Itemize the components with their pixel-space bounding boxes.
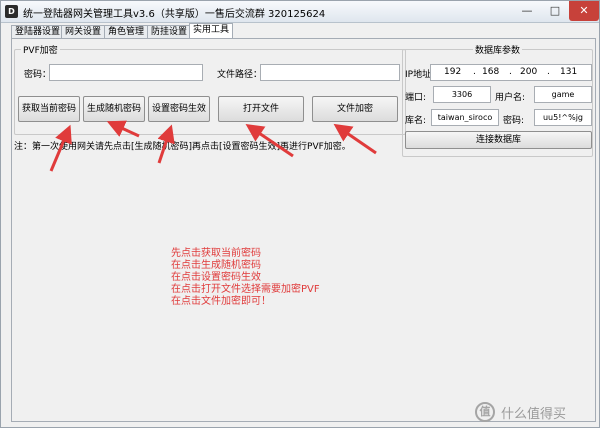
app-icon: D bbox=[5, 5, 18, 18]
title-bar[interactable]: D 统一登陆器网关管理工具v3.6（共享版）一售后交流群 320125624 —… bbox=[1, 1, 599, 23]
watermark: 值 什么值得买 bbox=[475, 401, 595, 423]
database-legend: 数据库参数 bbox=[473, 43, 523, 56]
tab-role-management[interactable]: 角色管理 bbox=[104, 25, 149, 39]
ip-dot-3: . bbox=[547, 67, 550, 77]
db-password-label: 密码: bbox=[503, 116, 525, 126]
port-label: 端口: bbox=[405, 93, 427, 103]
instruction-line: 在点击文件加密即可！ bbox=[171, 296, 271, 307]
maximize-button[interactable]: □ bbox=[541, 1, 569, 21]
watermark-text: 什么值得买 bbox=[501, 407, 567, 422]
connect-database-button[interactable]: 连接数据库 bbox=[405, 131, 592, 149]
encrypt-file-button[interactable]: 文件加密 bbox=[312, 96, 398, 122]
close-button[interactable]: ✕ bbox=[569, 1, 599, 21]
watermark-logo-icon: 值 bbox=[475, 402, 495, 422]
tab-utilities[interactable]: 实用工具 bbox=[189, 23, 234, 39]
dbname-label: 库名: bbox=[405, 116, 427, 126]
instruction-line: 在点击生成随机密码 bbox=[171, 260, 261, 271]
pvf-note: 注：第一次使用网关请先点击[生成随机密码]再点击[设置密码生效]再进行PVF加密… bbox=[14, 142, 351, 152]
tab-gateway-settings[interactable]: 网关设置 bbox=[61, 25, 106, 39]
ip-octet-2: 168 bbox=[482, 67, 500, 77]
minimize-button[interactable]: — bbox=[513, 1, 541, 21]
file-path-input[interactable] bbox=[260, 64, 400, 81]
instruction-line: 在点击设置密码生效 bbox=[171, 272, 261, 283]
window-title: 统一登陆器网关管理工具v3.6（共享版）一售后交流群 320125624 bbox=[23, 9, 326, 20]
app-window: D 统一登陆器网关管理工具v3.6（共享版）一售后交流群 320125624 —… bbox=[0, 0, 600, 428]
file-path-label: 文件路径： bbox=[217, 70, 263, 80]
pvf-groupbox: PVF加密 bbox=[14, 43, 406, 135]
apply-password-button[interactable]: 设置密码生效 bbox=[148, 96, 210, 122]
get-current-password-button[interactable]: 获取当前密码 bbox=[18, 96, 80, 122]
username-input[interactable] bbox=[534, 86, 592, 103]
username-label: 用户名: bbox=[495, 93, 526, 103]
ip-dot-1: . bbox=[473, 67, 476, 77]
generate-random-password-button[interactable]: 生成随机密码 bbox=[83, 96, 145, 122]
open-file-button[interactable]: 打开文件 bbox=[218, 96, 304, 122]
instruction-line: 先点击获取当前密码 bbox=[171, 248, 261, 259]
instruction-line: 在点击打开文件选择需要加密PVF bbox=[171, 284, 320, 295]
dbname-input[interactable] bbox=[431, 109, 499, 126]
ip-octet-3: 200 bbox=[520, 67, 538, 77]
pvf-legend: PVF加密 bbox=[21, 43, 60, 56]
tab-launcher-settings[interactable]: 登陆器设置 bbox=[11, 25, 65, 39]
port-input[interactable] bbox=[433, 86, 491, 103]
ip-octet-4: 131 bbox=[560, 67, 578, 77]
db-password-input[interactable] bbox=[534, 109, 592, 126]
instruction-annotation: 先点击获取当前密码 在点击生成随机密码 在点击设置密码生效 在点击打开文件选择需… bbox=[171, 248, 320, 308]
tab-anti-cheat[interactable]: 防挂设置 bbox=[147, 25, 192, 39]
password-label: 密码： bbox=[24, 70, 52, 80]
utilities-panel: PVF加密 密码： 文件路径： 获取当前密码 生成随机密码 设置密码生效 打开文… bbox=[11, 38, 596, 422]
ip-dot-2: . bbox=[509, 67, 512, 77]
ip-octet-1: 192 bbox=[444, 67, 462, 77]
password-input[interactable] bbox=[49, 64, 203, 81]
